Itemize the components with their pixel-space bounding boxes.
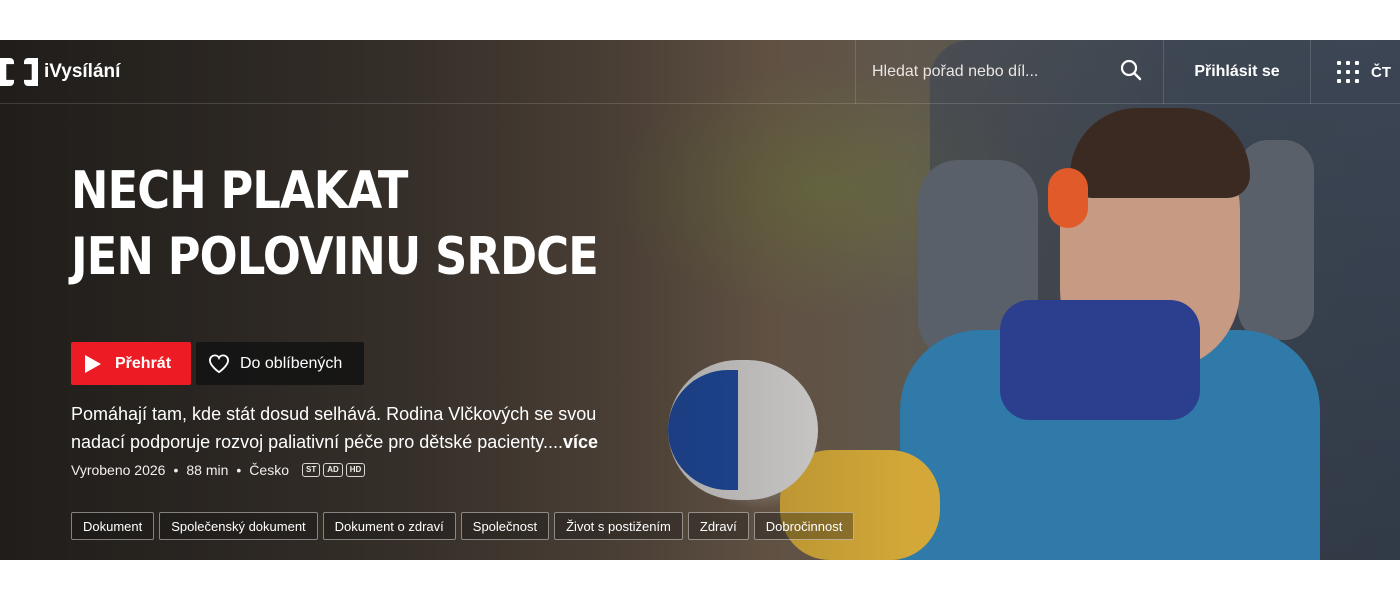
apps-grid-icon	[1337, 61, 1359, 83]
favorite-label: Do oblíbených	[240, 354, 343, 372]
search-box	[855, 40, 1163, 104]
show-title: NECH PLAKAT JEN POLOVINU SRDCE	[71, 158, 599, 290]
meta-separator: •	[236, 462, 242, 478]
meta-duration: 88 min	[186, 462, 229, 478]
hd-badge: HD	[345, 463, 366, 477]
ct-apps-menu[interactable]: ČT	[1310, 40, 1400, 104]
login-label: Přihlásit se	[1194, 63, 1280, 80]
genre-tag[interactable]: Společnost	[460, 512, 550, 540]
genre-tag[interactable]: Společenský dokument	[159, 512, 318, 540]
logo-text: iVysílání	[44, 61, 121, 82]
heart-icon	[208, 353, 230, 373]
genre-tag[interactable]: Zdraví	[687, 512, 749, 540]
more-link[interactable]: více	[563, 432, 598, 452]
search-input[interactable]	[872, 63, 1102, 81]
site-logo[interactable]: iVysílání	[0, 56, 120, 88]
genre-tag[interactable]: Dokument o zdraví	[322, 512, 456, 540]
meta-country: Česko	[249, 462, 289, 478]
hero-overlay	[0, 40, 1400, 560]
genre-tags: Dokument Společenský dokument Dokument o…	[71, 512, 855, 540]
meta-separator: •	[173, 462, 179, 478]
genre-tag[interactable]: Život s postižením	[554, 512, 683, 540]
login-button[interactable]: Přihlásit se	[1163, 40, 1310, 104]
logo-icon	[0, 58, 38, 86]
audio-description-badge: AD	[323, 463, 343, 477]
show-title-line2: JEN POLOVINU SRDCE	[71, 227, 599, 287]
genre-tag[interactable]: Dokument	[71, 512, 155, 540]
add-to-favorites-button[interactable]: Do oblíbených	[196, 342, 364, 385]
description-text: Pomáhají tam, kde stát dosud selhává. Ro…	[71, 404, 597, 452]
top-navigation: iVysílání Přihlásit se ČT	[0, 40, 1400, 104]
show-meta: Vyrobeno 2026 • 88 min • Česko ST AD HD	[71, 462, 366, 478]
show-description: Pomáhají tam, kde stát dosud selhává. Ro…	[71, 400, 631, 456]
play-button[interactable]: Přehrát	[71, 342, 191, 385]
genre-tag[interactable]: Dobročinnost	[753, 512, 855, 540]
meta-produced: Vyrobeno 2026	[71, 462, 166, 478]
play-label: Přehrát	[115, 354, 172, 372]
hero-banner	[0, 40, 1400, 560]
play-icon	[85, 354, 101, 373]
ct-label: ČT	[1371, 63, 1391, 81]
search-icon[interactable]	[1119, 58, 1143, 82]
subtitles-badge: ST	[301, 463, 321, 477]
meta-badges: ST AD HD	[299, 463, 366, 477]
show-title-line1: NECH PLAKAT	[71, 161, 408, 221]
